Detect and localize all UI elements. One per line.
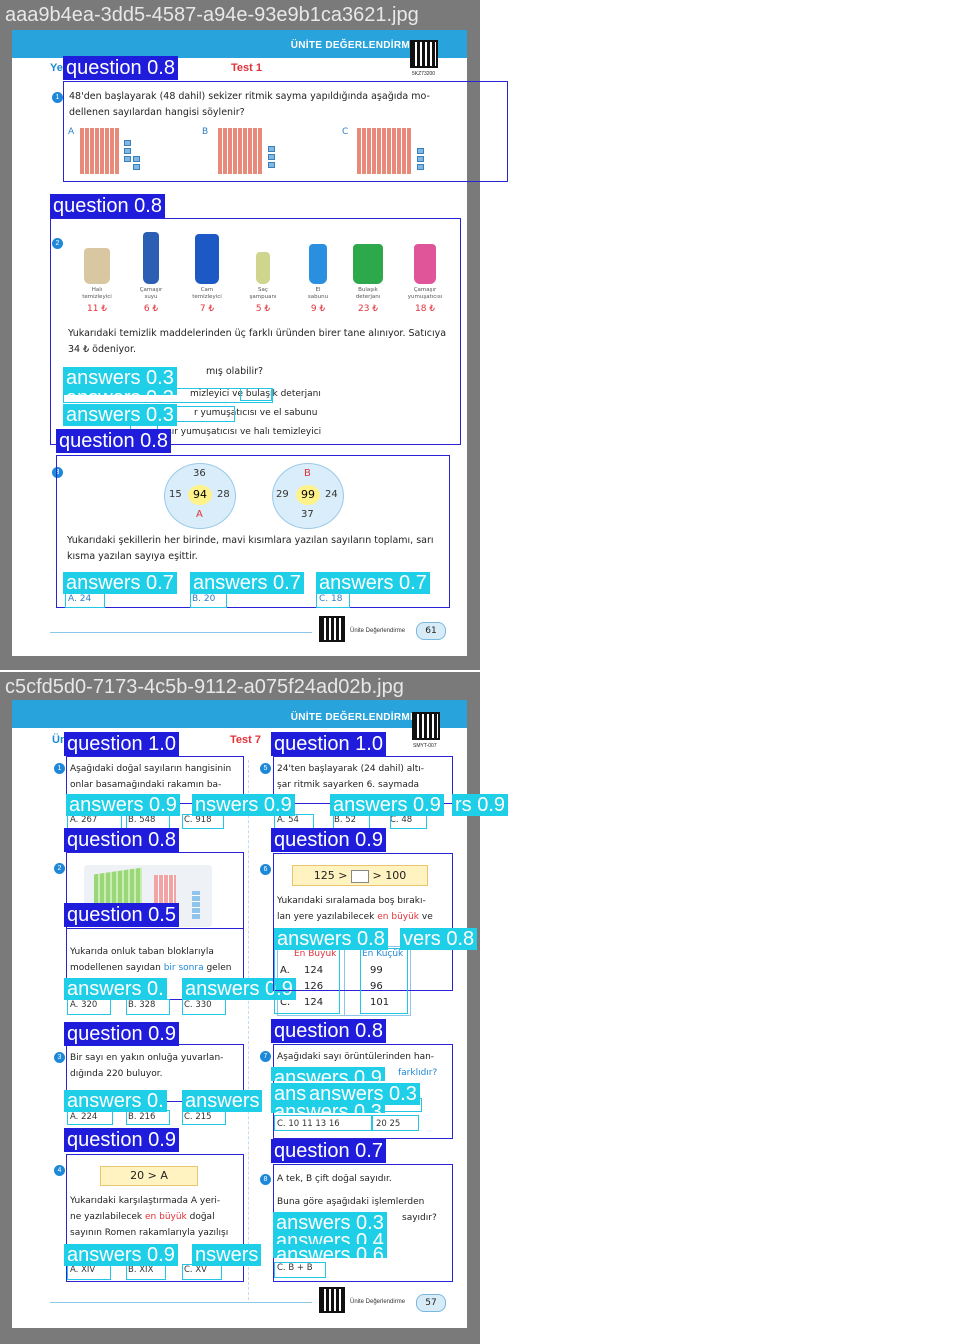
detection-box-answer bbox=[126, 1264, 166, 1280]
detection-box-answer bbox=[316, 593, 350, 608]
detection-label: vers 0.8 bbox=[400, 928, 478, 950]
qr-code-icon bbox=[412, 712, 440, 740]
header-title: ÜNİTE DEĞERLENDİRME bbox=[290, 40, 417, 51]
detection-label: question 0.7 bbox=[271, 1139, 386, 1163]
detection-box-answer bbox=[182, 814, 224, 829]
detection-label: question 1.0 bbox=[64, 732, 179, 756]
detection-box-answer bbox=[182, 1110, 226, 1125]
detection-box-answer bbox=[274, 1115, 372, 1131]
detection-label: answers 0. bbox=[64, 1090, 167, 1112]
question-number: 1 bbox=[54, 763, 65, 774]
detection-box-answer bbox=[372, 1115, 419, 1131]
detection-box-answer bbox=[182, 999, 226, 1015]
detection-label: question 0.9 bbox=[271, 828, 386, 852]
header-title: ÜNİTE DEĞERLENDİRME bbox=[290, 712, 417, 723]
detection-box-answer bbox=[360, 948, 408, 1014]
page-number: 57 bbox=[416, 1294, 446, 1312]
detection-label: question 0.8 bbox=[56, 429, 171, 453]
qr-code-icon bbox=[410, 40, 438, 68]
question-number: 1 bbox=[52, 92, 63, 103]
question-number: 6 bbox=[260, 864, 271, 875]
detection-label: question 0.5 bbox=[64, 903, 179, 927]
detection-label: nswers bbox=[192, 1244, 262, 1266]
qr-code-label: 5KZ73200 bbox=[412, 71, 436, 77]
detection-box-answer bbox=[67, 1264, 111, 1280]
header-left-fragment: Ye bbox=[50, 62, 63, 74]
image-filename: c5cfd5d0-7173-4c5b-9112-a075f24ad02b.jpg bbox=[5, 676, 404, 698]
detection-label: question 0.8 bbox=[50, 194, 165, 218]
detection-label: question 1.0 bbox=[271, 732, 386, 756]
detection-label: answers 0.3 bbox=[63, 404, 177, 426]
test-label: Test 1 bbox=[231, 62, 262, 74]
detection-label: answers 0.7 bbox=[190, 572, 304, 594]
detection-label: question 0.8 bbox=[63, 56, 178, 80]
qr-code-label: SMYT-007 bbox=[413, 743, 437, 749]
question-number: 4 bbox=[54, 1165, 65, 1176]
footer-label: Ünite Değerlendirme bbox=[350, 1299, 406, 1305]
detection-label: answers 0.9 bbox=[66, 794, 180, 816]
detection-label: answers 0.9 bbox=[271, 1067, 385, 1081]
detection-box-answer bbox=[65, 593, 105, 608]
detection-label: ans bbox=[271, 1083, 310, 1105]
detection-label: answers 0. bbox=[64, 978, 167, 1000]
detection-box-question bbox=[63, 81, 508, 182]
detection-box-answer bbox=[67, 999, 111, 1015]
detection-label: nswers 0.9 bbox=[192, 794, 295, 816]
footer-rule bbox=[50, 632, 312, 633]
detection-label: answers 0.7 bbox=[63, 572, 177, 594]
detection-label: answers 0.9 bbox=[330, 794, 444, 816]
detection-label: answers bbox=[182, 1090, 263, 1112]
detection-label: answers 0.6 bbox=[273, 1244, 387, 1258]
question-number: 2 bbox=[54, 863, 65, 874]
question-number: 5 bbox=[260, 763, 271, 774]
image-filename: aaa9b4ea-3dd5-4587-a94e-93e9b1ca3621.jpg bbox=[5, 4, 419, 26]
detection-label: question 0.9 bbox=[64, 1022, 179, 1046]
detection-box-answer bbox=[390, 814, 427, 829]
detection-label: answers 0.3 bbox=[63, 387, 177, 395]
detection-label: answers 0.9 bbox=[64, 1244, 178, 1266]
detection-box-answer bbox=[182, 1264, 222, 1280]
detection-label: question 0.8 bbox=[271, 1019, 386, 1043]
page-number: 61 bbox=[416, 622, 446, 640]
question-number: 7 bbox=[260, 1051, 271, 1062]
detection-box-answer bbox=[67, 1110, 113, 1125]
detection-label: answers 0.8 bbox=[274, 928, 388, 950]
detection-box-answer bbox=[126, 999, 170, 1015]
detection-box-answer bbox=[240, 388, 272, 401]
page-header-bar: ÜNİTE DEĞERLENDİRME bbox=[12, 700, 467, 728]
image-panel-1: aaa9b4ea-3dd5-4587-a94e-93e9b1ca3621.jpg… bbox=[0, 0, 508, 670]
detection-box-answer bbox=[67, 814, 122, 829]
page-header-bar: ÜNİTE DEĞERLENDİRME bbox=[12, 30, 467, 58]
detection-label: answers 0.7 bbox=[316, 572, 430, 594]
detection-box-answer bbox=[333, 814, 370, 829]
detection-label: answers 0.3 bbox=[63, 367, 177, 389]
column-divider bbox=[248, 760, 249, 1300]
detection-box-answer bbox=[190, 593, 227, 608]
detection-box-answer bbox=[274, 814, 314, 829]
question-number: 3 bbox=[54, 1052, 65, 1063]
qr-code-icon bbox=[319, 1287, 345, 1313]
question-number: 8 bbox=[260, 1174, 271, 1185]
detection-label: question 0.9 bbox=[64, 1128, 179, 1152]
detection-box-answer bbox=[274, 948, 340, 1014]
footer-rule bbox=[50, 1302, 312, 1303]
detection-box-answer bbox=[274, 1262, 326, 1278]
detection-box-answer bbox=[126, 1110, 170, 1125]
detection-label: question 0.8 bbox=[64, 828, 179, 852]
test-label: Test 7 bbox=[230, 734, 261, 746]
detection-box-answer bbox=[126, 814, 170, 829]
footer-label: Ünite Değerlendirme bbox=[350, 628, 406, 634]
detection-label: rs 0.9 bbox=[452, 794, 509, 816]
image-panel-2: c5cfd5d0-7173-4c5b-9112-a075f24ad02b.jpg… bbox=[0, 672, 509, 1344]
qr-code-icon bbox=[319, 616, 345, 642]
